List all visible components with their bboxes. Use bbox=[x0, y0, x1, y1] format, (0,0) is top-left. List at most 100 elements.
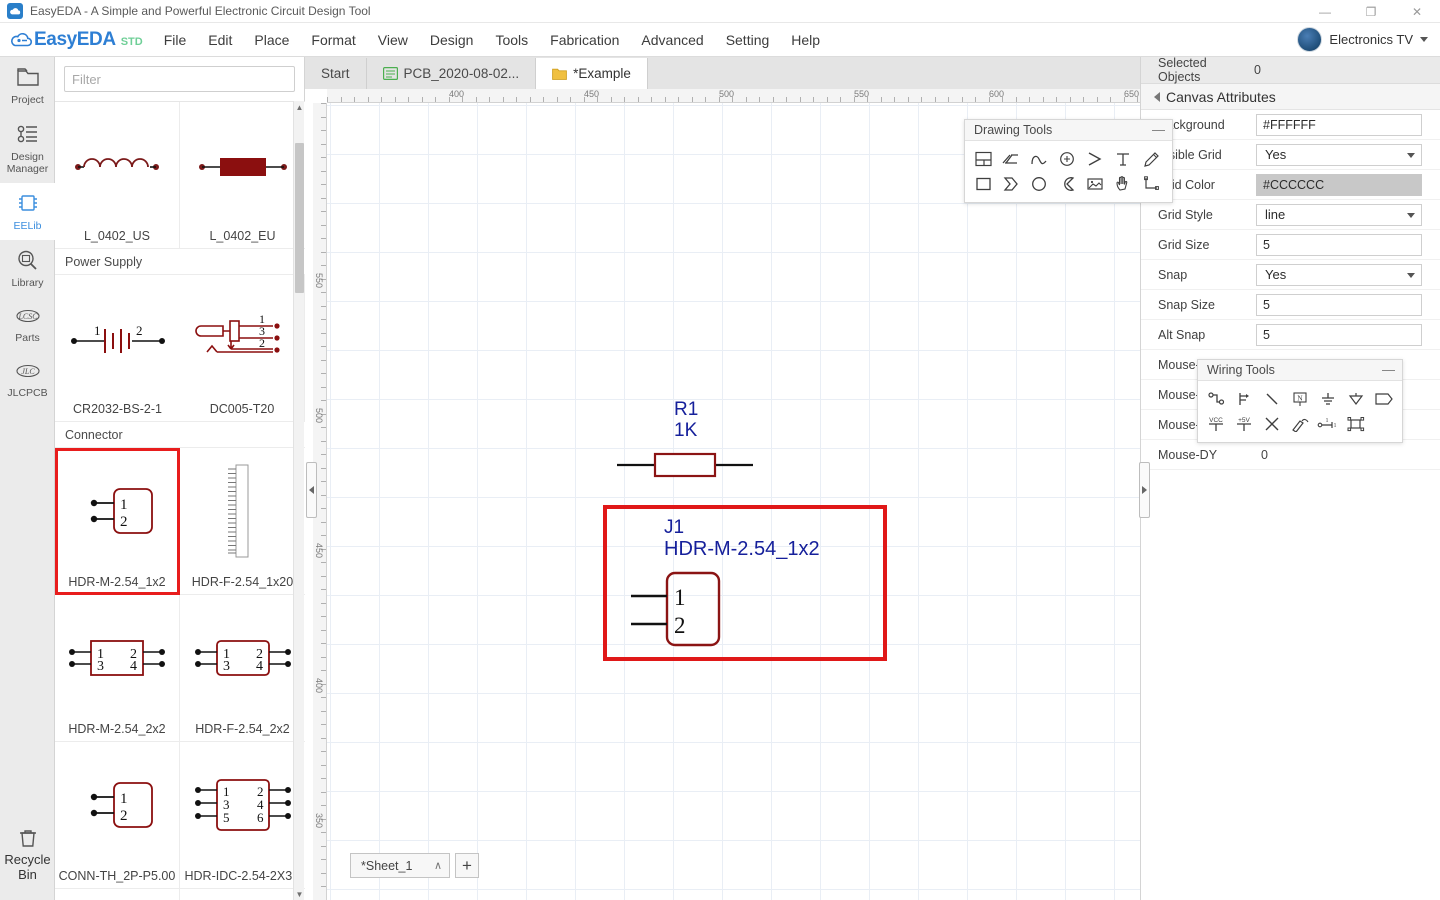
netlabel-icon[interactable]: N bbox=[1286, 386, 1314, 411]
menu-format[interactable]: Format bbox=[300, 28, 366, 52]
sidebar-item-jlcpcb[interactable]: JLC JLCPCB bbox=[0, 352, 55, 407]
property-field-grid-style[interactable]: line bbox=[1256, 203, 1422, 226]
connector-designator[interactable]: J1 bbox=[664, 517, 684, 539]
background-input[interactable] bbox=[1257, 114, 1421, 135]
minimize-icon[interactable]: — bbox=[1382, 363, 1395, 376]
library-item-hdr-m-254-2x2[interactable]: 1 3 2 4 HDR-M-2.54_2x2 bbox=[55, 595, 180, 742]
sidebar-item-recycle-bin[interactable]: Recycle Bin bbox=[0, 827, 55, 882]
resistor-symbol-icon[interactable] bbox=[615, 443, 755, 483]
tab-example[interactable]: *Example bbox=[536, 58, 648, 89]
hand-icon[interactable] bbox=[1109, 171, 1137, 196]
add-sheet-button[interactable]: + bbox=[455, 853, 479, 878]
circle-icon[interactable] bbox=[1025, 171, 1053, 196]
property-field-snap[interactable]: Yes bbox=[1256, 263, 1422, 286]
ground-icon[interactable] bbox=[1314, 386, 1342, 411]
netport-icon[interactable] bbox=[1370, 386, 1398, 411]
alt-snap-input[interactable] bbox=[1257, 324, 1421, 345]
pie-icon[interactable] bbox=[1053, 171, 1081, 196]
plus5v-icon[interactable]: +5V bbox=[1230, 411, 1258, 436]
polyline-icon[interactable] bbox=[997, 146, 1025, 171]
snap-size-input[interactable] bbox=[1257, 294, 1421, 315]
minimize-button[interactable]: — bbox=[1302, 0, 1348, 23]
chevron-up-icon[interactable]: ∧ bbox=[434, 859, 442, 872]
polygon-icon[interactable] bbox=[997, 171, 1025, 196]
library-item-hdr-m-254-1x2[interactable]: 1 2 HDR-M-2.54_1x2 bbox=[55, 448, 180, 595]
scroll-down-icon[interactable]: ▼ bbox=[294, 888, 305, 900]
library-item-dc005[interactable]: 1 3 2 DC005-T20 bbox=[180, 275, 305, 422]
canvas-attributes-header[interactable]: Canvas Attributes bbox=[1141, 84, 1440, 110]
sheet-symbol-icon[interactable] bbox=[1342, 411, 1370, 436]
property-field-visible-grid[interactable]: Yes bbox=[1256, 143, 1422, 166]
menu-tools[interactable]: Tools bbox=[484, 28, 539, 52]
schematic-canvas[interactable]: R1 1K J1 HDR-M-2.54_1x2 1 2 bbox=[327, 103, 1140, 900]
probe-icon[interactable] bbox=[1286, 411, 1314, 436]
property-field-background[interactable] bbox=[1256, 113, 1422, 136]
sidebar-item-project[interactable]: Project bbox=[0, 57, 55, 114]
sidebar-item-design-manager[interactable]: Design Manager bbox=[0, 114, 55, 183]
minimize-icon[interactable]: — bbox=[1152, 123, 1165, 136]
tab-start[interactable]: Start bbox=[305, 58, 367, 89]
connector-value[interactable]: HDR-M-2.54_1x2 bbox=[664, 538, 820, 561]
arc-icon[interactable] bbox=[1053, 146, 1081, 171]
wiring-tools-header[interactable]: Wiring Tools — bbox=[1198, 360, 1402, 381]
grid-size-input[interactable] bbox=[1257, 234, 1421, 255]
library-item-cr2032[interactable]: 1 2 CR2032-BS-2-1 bbox=[55, 275, 180, 422]
library-item-db9-male[interactable]: 1527 3849 1110 DB9_Male bbox=[55, 889, 180, 900]
close-button[interactable]: ✕ bbox=[1394, 0, 1440, 23]
sidebar-item-eelib[interactable]: EELib bbox=[0, 183, 55, 240]
drawing-tools-header[interactable]: Drawing Tools — bbox=[965, 120, 1172, 141]
property-field-grid-size[interactable] bbox=[1256, 233, 1422, 256]
wiring-tools-palette[interactable]: Wiring Tools — N VCC +5V 1 1 bbox=[1197, 359, 1403, 443]
search-input[interactable] bbox=[64, 66, 295, 92]
menu-view[interactable]: View bbox=[367, 28, 419, 52]
bus-icon[interactable] bbox=[1230, 386, 1258, 411]
resistor-designator[interactable]: R1 bbox=[674, 399, 698, 421]
library-scrollbar[interactable]: ▲ ▼ bbox=[293, 101, 304, 900]
sheet-tab-sheet1[interactable]: *Sheet_1 ∧ bbox=[350, 853, 450, 878]
menu-fabrication[interactable]: Fabrication bbox=[539, 28, 630, 52]
tab-pcb[interactable]: PCB_2020-08-02... bbox=[367, 58, 537, 89]
library-item-hdr-f-254-2x2[interactable]: 1 3 2 4 HDR-F-2.54_2x2 bbox=[180, 595, 305, 742]
easyeda-logo[interactable]: EasyEDA STD bbox=[8, 29, 143, 51]
pencil-icon[interactable] bbox=[1137, 146, 1165, 171]
menu-design[interactable]: Design bbox=[419, 28, 485, 52]
grid-color-input[interactable] bbox=[1257, 174, 1421, 195]
scroll-up-icon[interactable]: ▲ bbox=[294, 101, 305, 113]
collapse-right-panel-handle[interactable] bbox=[1139, 462, 1150, 518]
library-item-usb-type-a-male[interactable]: VCC D- D+ GND 1234 USB-Type-A_Male bbox=[180, 889, 305, 900]
library-item-hdr-idc-2x3[interactable]: 1 3 5 2 4 6 HDR-IDC-2.54-2X3P bbox=[180, 742, 305, 889]
menu-file[interactable]: File bbox=[153, 28, 198, 52]
menu-place[interactable]: Place bbox=[243, 28, 300, 52]
library-item-inductor-us[interactable]: L_0402_US bbox=[55, 102, 180, 249]
collapse-left-panel-handle[interactable] bbox=[306, 462, 317, 518]
property-field-alt-snap[interactable] bbox=[1256, 323, 1422, 346]
sidebar-item-library[interactable]: Library bbox=[0, 240, 55, 297]
library-item-hdr-f-254-1x20[interactable]: HDR-F-2.54_1x20 bbox=[180, 448, 305, 595]
canvas-frame-icon[interactable] bbox=[969, 146, 997, 171]
menu-setting[interactable]: Setting bbox=[715, 28, 781, 52]
connector-symbol-icon[interactable]: 1 2 bbox=[627, 565, 757, 655]
property-field-grid-color[interactable] bbox=[1256, 173, 1422, 196]
text-icon[interactable] bbox=[1109, 146, 1137, 171]
curve-icon[interactable] bbox=[1025, 146, 1053, 171]
menu-help[interactable]: Help bbox=[780, 28, 831, 52]
wire-icon[interactable] bbox=[1202, 386, 1230, 411]
library-item-inductor-eu[interactable]: L_0402_EU bbox=[180, 102, 305, 249]
maximize-button[interactable]: ❐ bbox=[1348, 0, 1394, 23]
bus-entry-icon[interactable] bbox=[1258, 386, 1286, 411]
property-field-snap-size[interactable] bbox=[1256, 293, 1422, 316]
menu-advanced[interactable]: Advanced bbox=[630, 28, 714, 52]
resistor-value[interactable]: 1K bbox=[674, 420, 697, 442]
sidebar-item-parts[interactable]: LCSC Parts bbox=[0, 297, 55, 352]
no-connect-icon[interactable] bbox=[1258, 411, 1286, 436]
pin-icon[interactable]: 11 bbox=[1314, 411, 1342, 436]
vcc-icon[interactable]: VCC bbox=[1202, 411, 1230, 436]
library-item-conn-th-2p[interactable]: 1 2 CONN-TH_2P-P5.00 bbox=[55, 742, 180, 889]
library-scrollbar-thumb[interactable] bbox=[295, 143, 304, 293]
user-account-menu[interactable]: Electronics TV bbox=[1297, 27, 1428, 52]
arrow-icon[interactable] bbox=[1081, 146, 1109, 171]
dimension-icon[interactable] bbox=[1137, 171, 1165, 196]
rectangle-icon[interactable] bbox=[969, 171, 997, 196]
drawing-tools-palette[interactable]: Drawing Tools — bbox=[964, 119, 1173, 203]
image-icon[interactable] bbox=[1081, 171, 1109, 196]
